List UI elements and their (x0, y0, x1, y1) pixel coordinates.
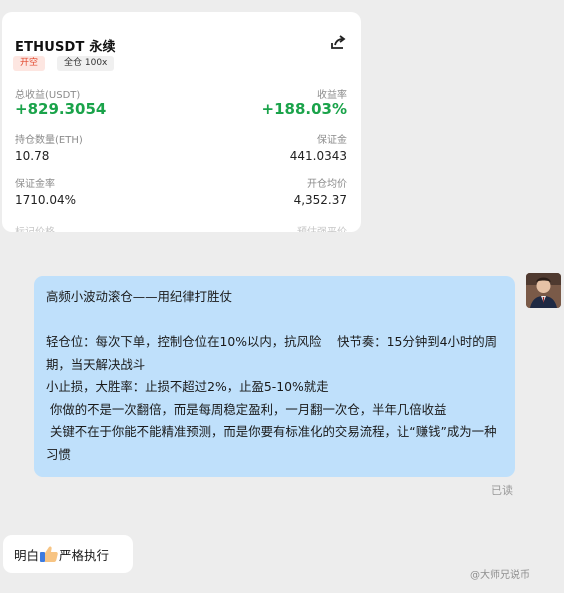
qty-label: 持仓数量(ETH) (15, 135, 83, 146)
chevron-right-icon[interactable]: › (108, 34, 114, 50)
sent-message-text: 高频小波动滚仓——用纪律打胜仗 轻仓位：每次下单，控制仓位在10%以内，抗风险 … (46, 289, 498, 462)
margin-rate-value: 1710.04% (15, 193, 77, 207)
thumbs-up-icon (40, 546, 58, 562)
avatar-image (526, 273, 561, 308)
margin-value: 441.0343 (289, 149, 347, 163)
entry-price-value: 4,352.37 (293, 193, 347, 207)
avatar[interactable] (526, 273, 561, 308)
received-message-bubble[interactable]: 明白 严格执行 (3, 535, 133, 573)
entry-price-label: 开仓均价 (307, 179, 347, 190)
received-text-after: 严格执行 (59, 548, 110, 563)
liquidation-price-label: 预估强平价 (297, 223, 347, 232)
symbol-title[interactable]: ETHUSDT 永续 (15, 36, 116, 55)
share-icon[interactable] (329, 34, 347, 52)
mark-price-label: 标记价格 (15, 223, 55, 232)
margin-label: 保证金 (317, 135, 347, 146)
roi-label: 收益率 (317, 90, 347, 101)
total-pnl-label: 总收益(USDT) (15, 90, 81, 101)
sent-message-bubble[interactable]: 高频小波动滚仓——用纪律打胜仗 轻仓位：每次下单，控制仓位在10%以内，抗风险 … (34, 276, 515, 477)
total-pnl-value: +829.3054 (15, 100, 107, 118)
margin-mode-tag: 全仓 100x (57, 56, 115, 71)
margin-rate-label: 保证金率 (15, 179, 55, 190)
received-message-text: 明白 严格执行 (14, 545, 109, 564)
received-text-before: 明白 (14, 548, 40, 563)
watermark: @大师兄说币 (470, 570, 530, 581)
open-short-tag: 开空 (13, 56, 46, 71)
qty-value: 10.78 (15, 149, 50, 163)
position-card[interactable]: ETHUSDT 永续 › 开空 全仓 100x 总收益(USDT) 收益率 +8… (2, 12, 361, 232)
roi-value: +188.03% (261, 100, 347, 118)
read-status: 已读 (491, 484, 513, 497)
